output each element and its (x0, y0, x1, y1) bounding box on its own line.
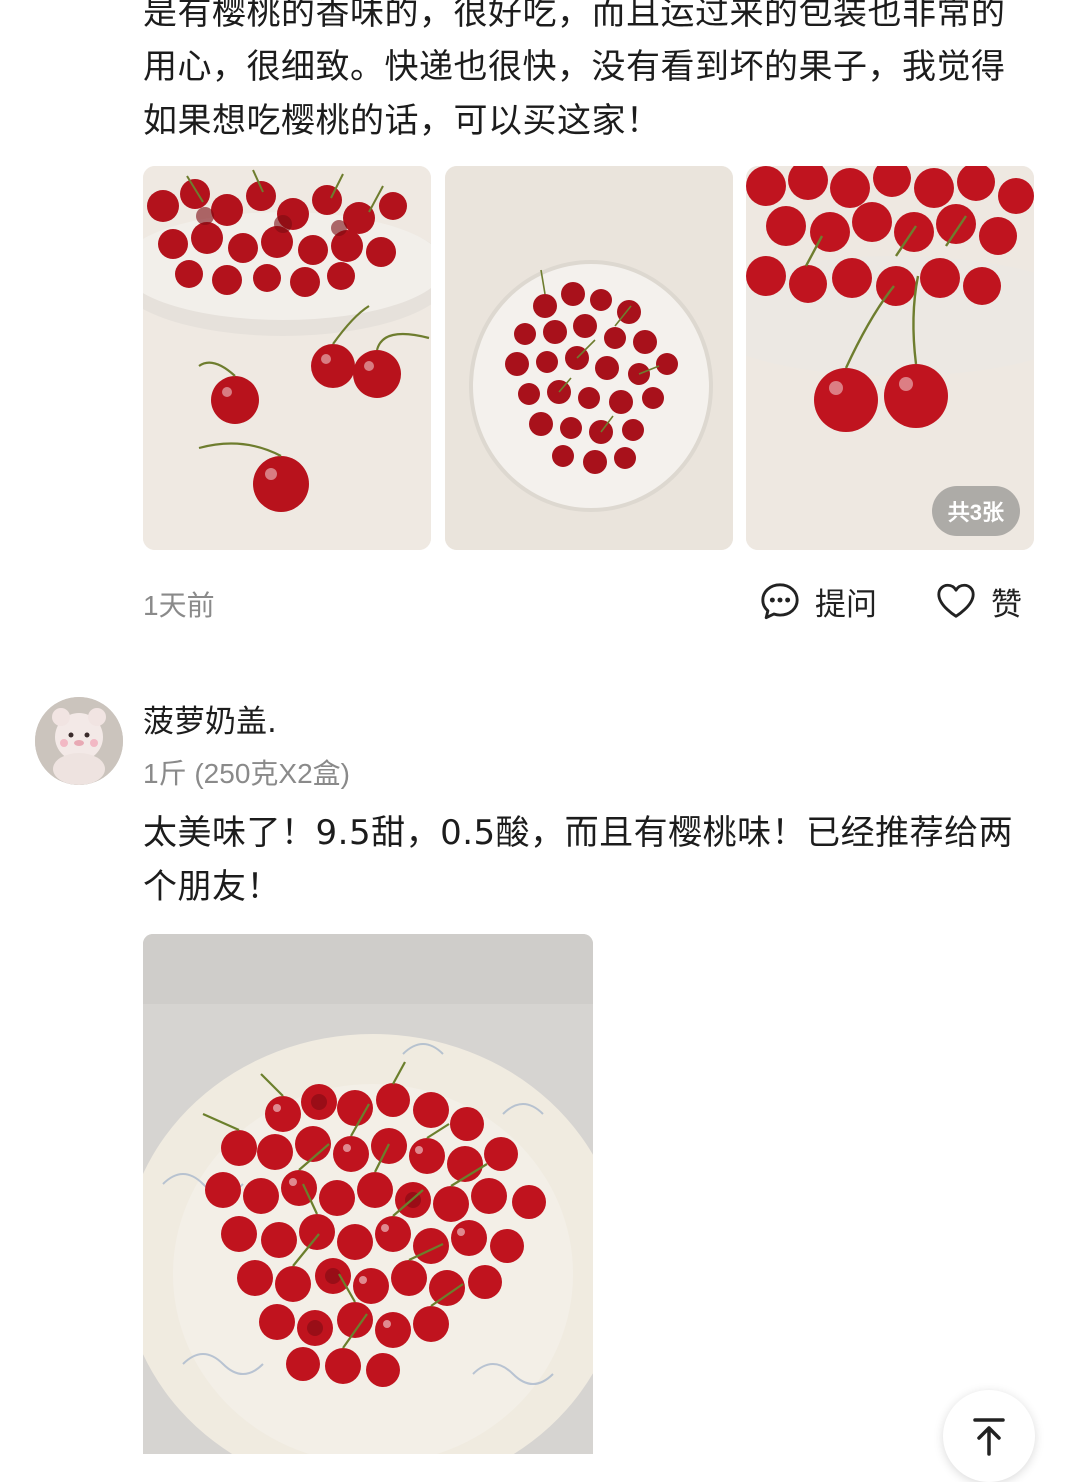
product-spec: 1斤 (250克X2盒) (143, 758, 350, 789)
review-photo-1[interactable] (143, 166, 431, 550)
avatar[interactable] (35, 697, 123, 785)
review-photo-3[interactable]: 共3张 (746, 166, 1034, 550)
chat-bubble-icon (761, 583, 799, 620)
ask-label: 提问 (815, 586, 877, 623)
back-to-top-button[interactable] (943, 1390, 1035, 1482)
review-photo-large[interactable] (143, 934, 593, 1454)
reviewer-name[interactable]: 菠萝奶盖. (143, 696, 277, 741)
review-photo-2[interactable] (445, 166, 733, 550)
ask-button[interactable]: 提问 (759, 578, 877, 624)
heart-icon (937, 583, 975, 618)
review-card-1: 是有樱桃的香味的，很好吃，而且运过来的包装也非常的用心，很细致。快递也很快，没有… (0, 0, 1080, 640)
review-time: 1天前 (143, 590, 215, 621)
photo-count-badge: 共3张 (931, 486, 1020, 536)
like-label: 赞 (991, 586, 1022, 623)
like-button[interactable]: 赞 (935, 578, 1022, 624)
review-text: 太美味了！9.5甜，0.5酸，而且有樱桃味！已经推荐给两个朋友！ (143, 813, 1014, 907)
arrow-up-icon (973, 1418, 1005, 1456)
review-meta-row: 1天前 提问 赞 (143, 578, 1033, 628)
review-text: 是有樱桃的香味的，很好吃，而且运过来的包装也非常的用心，很细致。快递也很快，没有… (143, 0, 1006, 141)
